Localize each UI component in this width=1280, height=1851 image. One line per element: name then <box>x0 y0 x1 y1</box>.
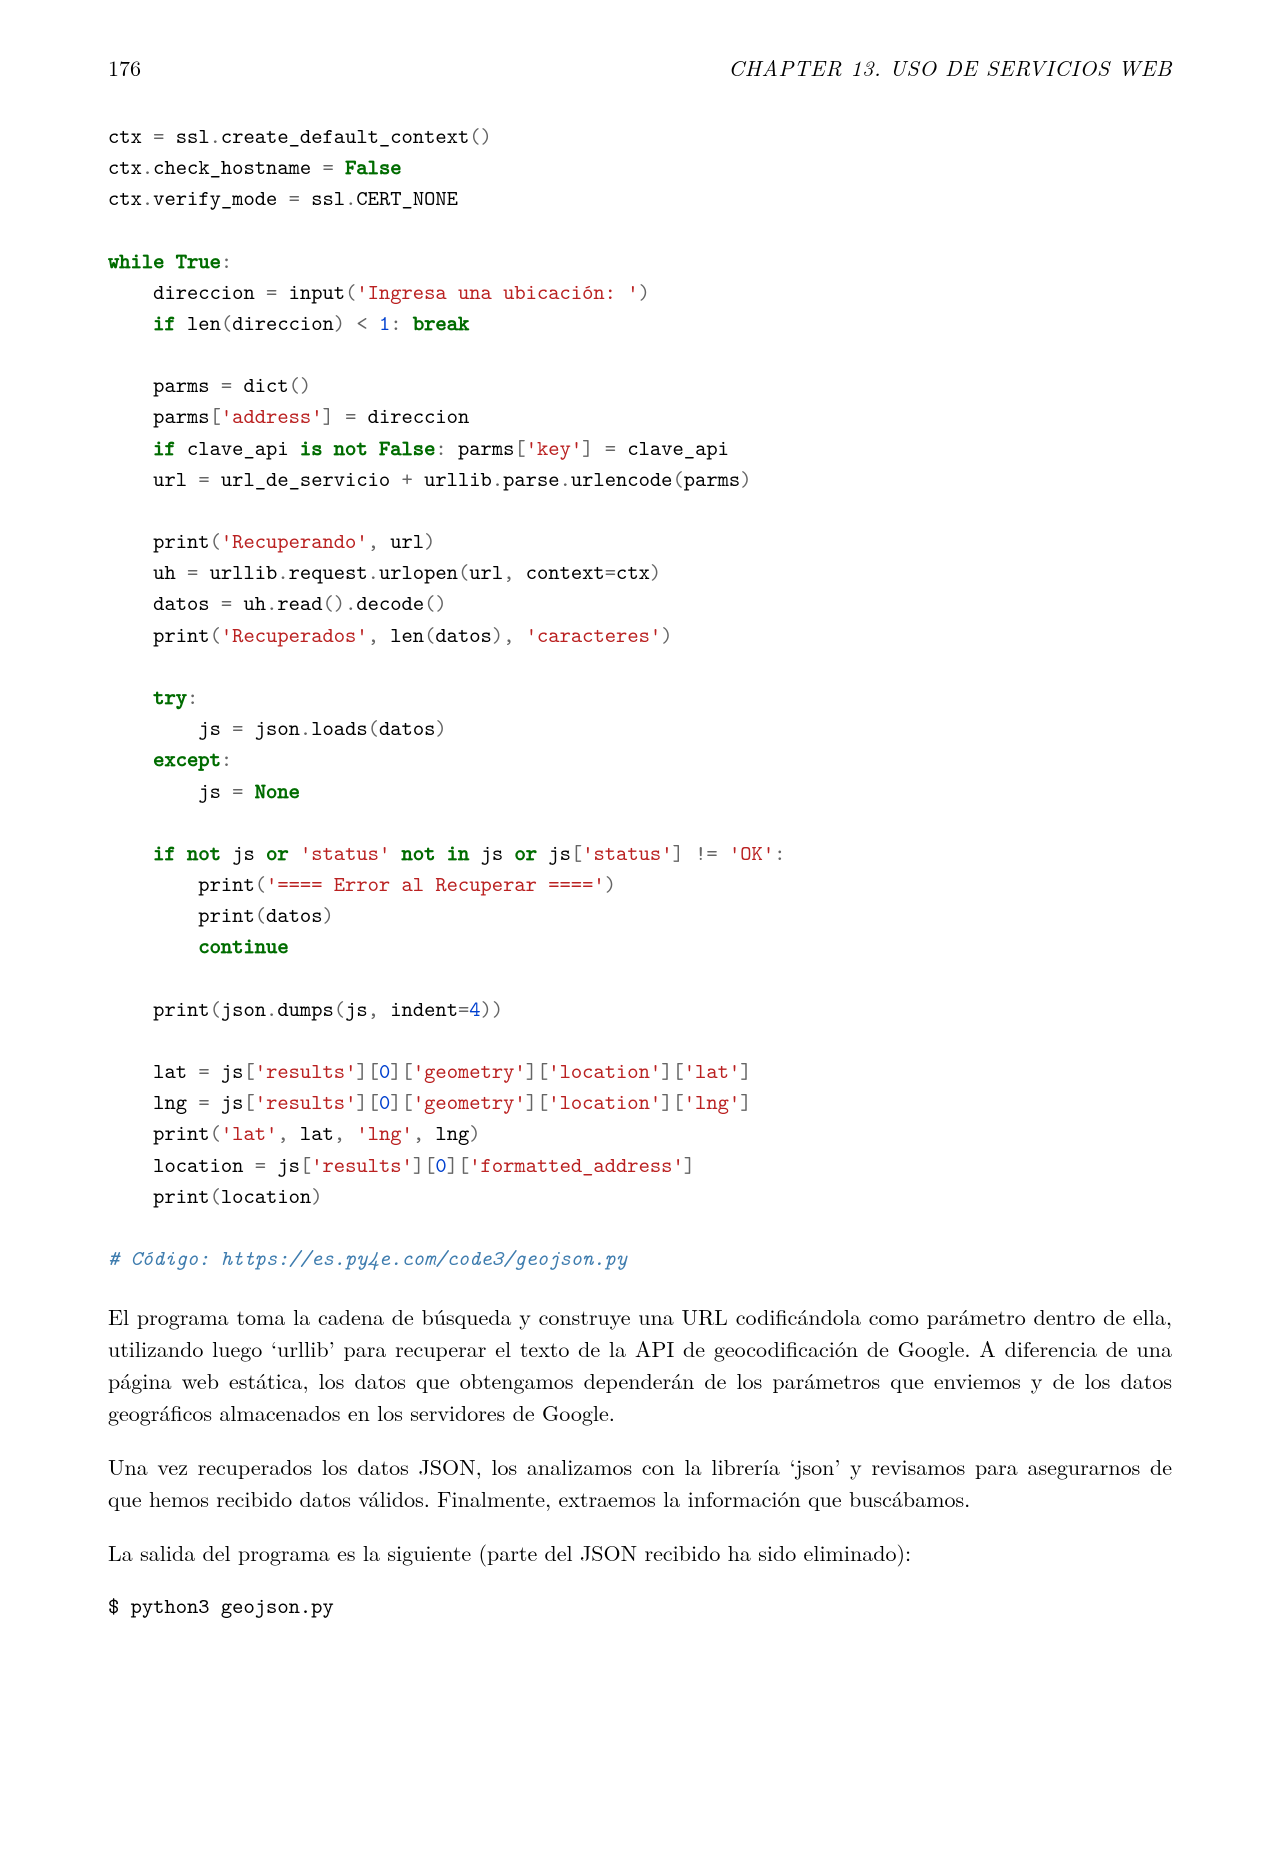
running-head: 176 CHAPTER 13. USO DE SERVICIOS WEB <box>108 52 1172 84</box>
body-paragraph: El programa toma la cadena de búsqueda y… <box>108 1301 1172 1429</box>
page-number: 176 <box>108 52 141 84</box>
shell-output: $ python3 geojson.py <box>108 1590 1172 1621</box>
body-paragraph: Una vez recuperados los datos JSON, los … <box>108 1451 1172 1515</box>
chapter-title: CHAPTER 13. USO DE SERVICIOS WEB <box>728 52 1172 84</box>
page: 176 CHAPTER 13. USO DE SERVICIOS WEB ctx… <box>0 0 1280 1851</box>
body-paragraph: La salida del programa es la siguiente (… <box>108 1537 1172 1569</box>
code-listing: ctx = ssl.create_default_context() ctx.c… <box>108 120 1172 1273</box>
